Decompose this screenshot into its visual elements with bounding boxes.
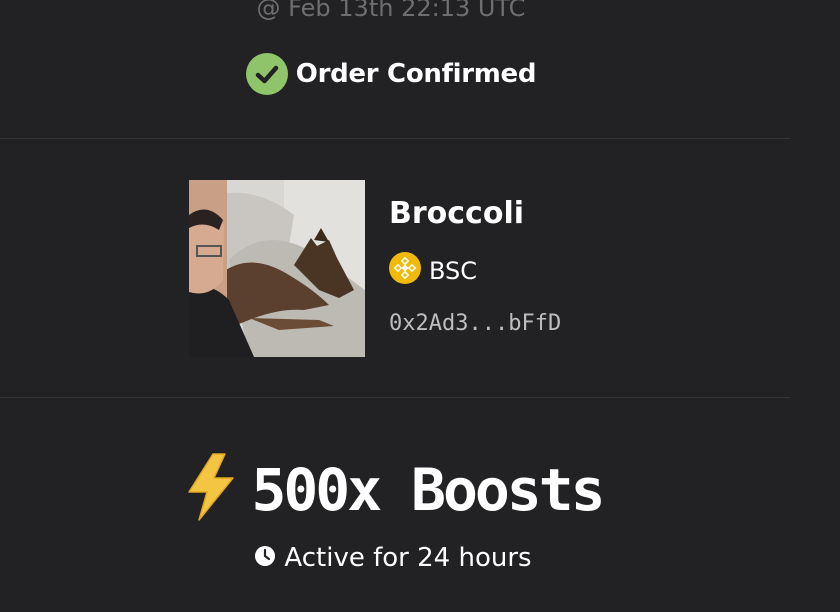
- section-divider: [0, 138, 790, 139]
- order-confirmation-panel: @ Feb 13th 22:13 UTC Order Confirmed Bro…: [0, 0, 840, 612]
- token-card: Broccoli BSC 0x2Ad3...bFfD: [189, 180, 561, 357]
- token-info: Broccoli BSC 0x2Ad3...bFfD: [389, 180, 561, 357]
- contract-address[interactable]: 0x2Ad3...bFfD: [389, 311, 561, 336]
- boost-duration: Active for 24 hours: [0, 543, 786, 573]
- clock-icon: [254, 545, 276, 572]
- section-divider: [0, 397, 790, 398]
- lightning-icon: [183, 452, 239, 527]
- token-name: Broccoli: [389, 196, 525, 231]
- order-status-text: Order Confirmed: [295, 59, 537, 89]
- boost-summary: 500x Boosts: [0, 452, 786, 527]
- bsc-icon: [389, 252, 421, 289]
- order-status: Order Confirmed: [0, 53, 782, 95]
- check-circle-icon: [245, 53, 288, 95]
- token-image: [189, 180, 365, 357]
- boost-duration-text: Active for 24 hours: [284, 543, 532, 573]
- token-chain: BSC: [389, 252, 561, 289]
- boost-label: 500x Boosts: [251, 455, 605, 524]
- order-timestamp: @ Feb 13th 22:13 UTC: [256, 0, 526, 22]
- chain-name: BSC: [429, 256, 478, 285]
